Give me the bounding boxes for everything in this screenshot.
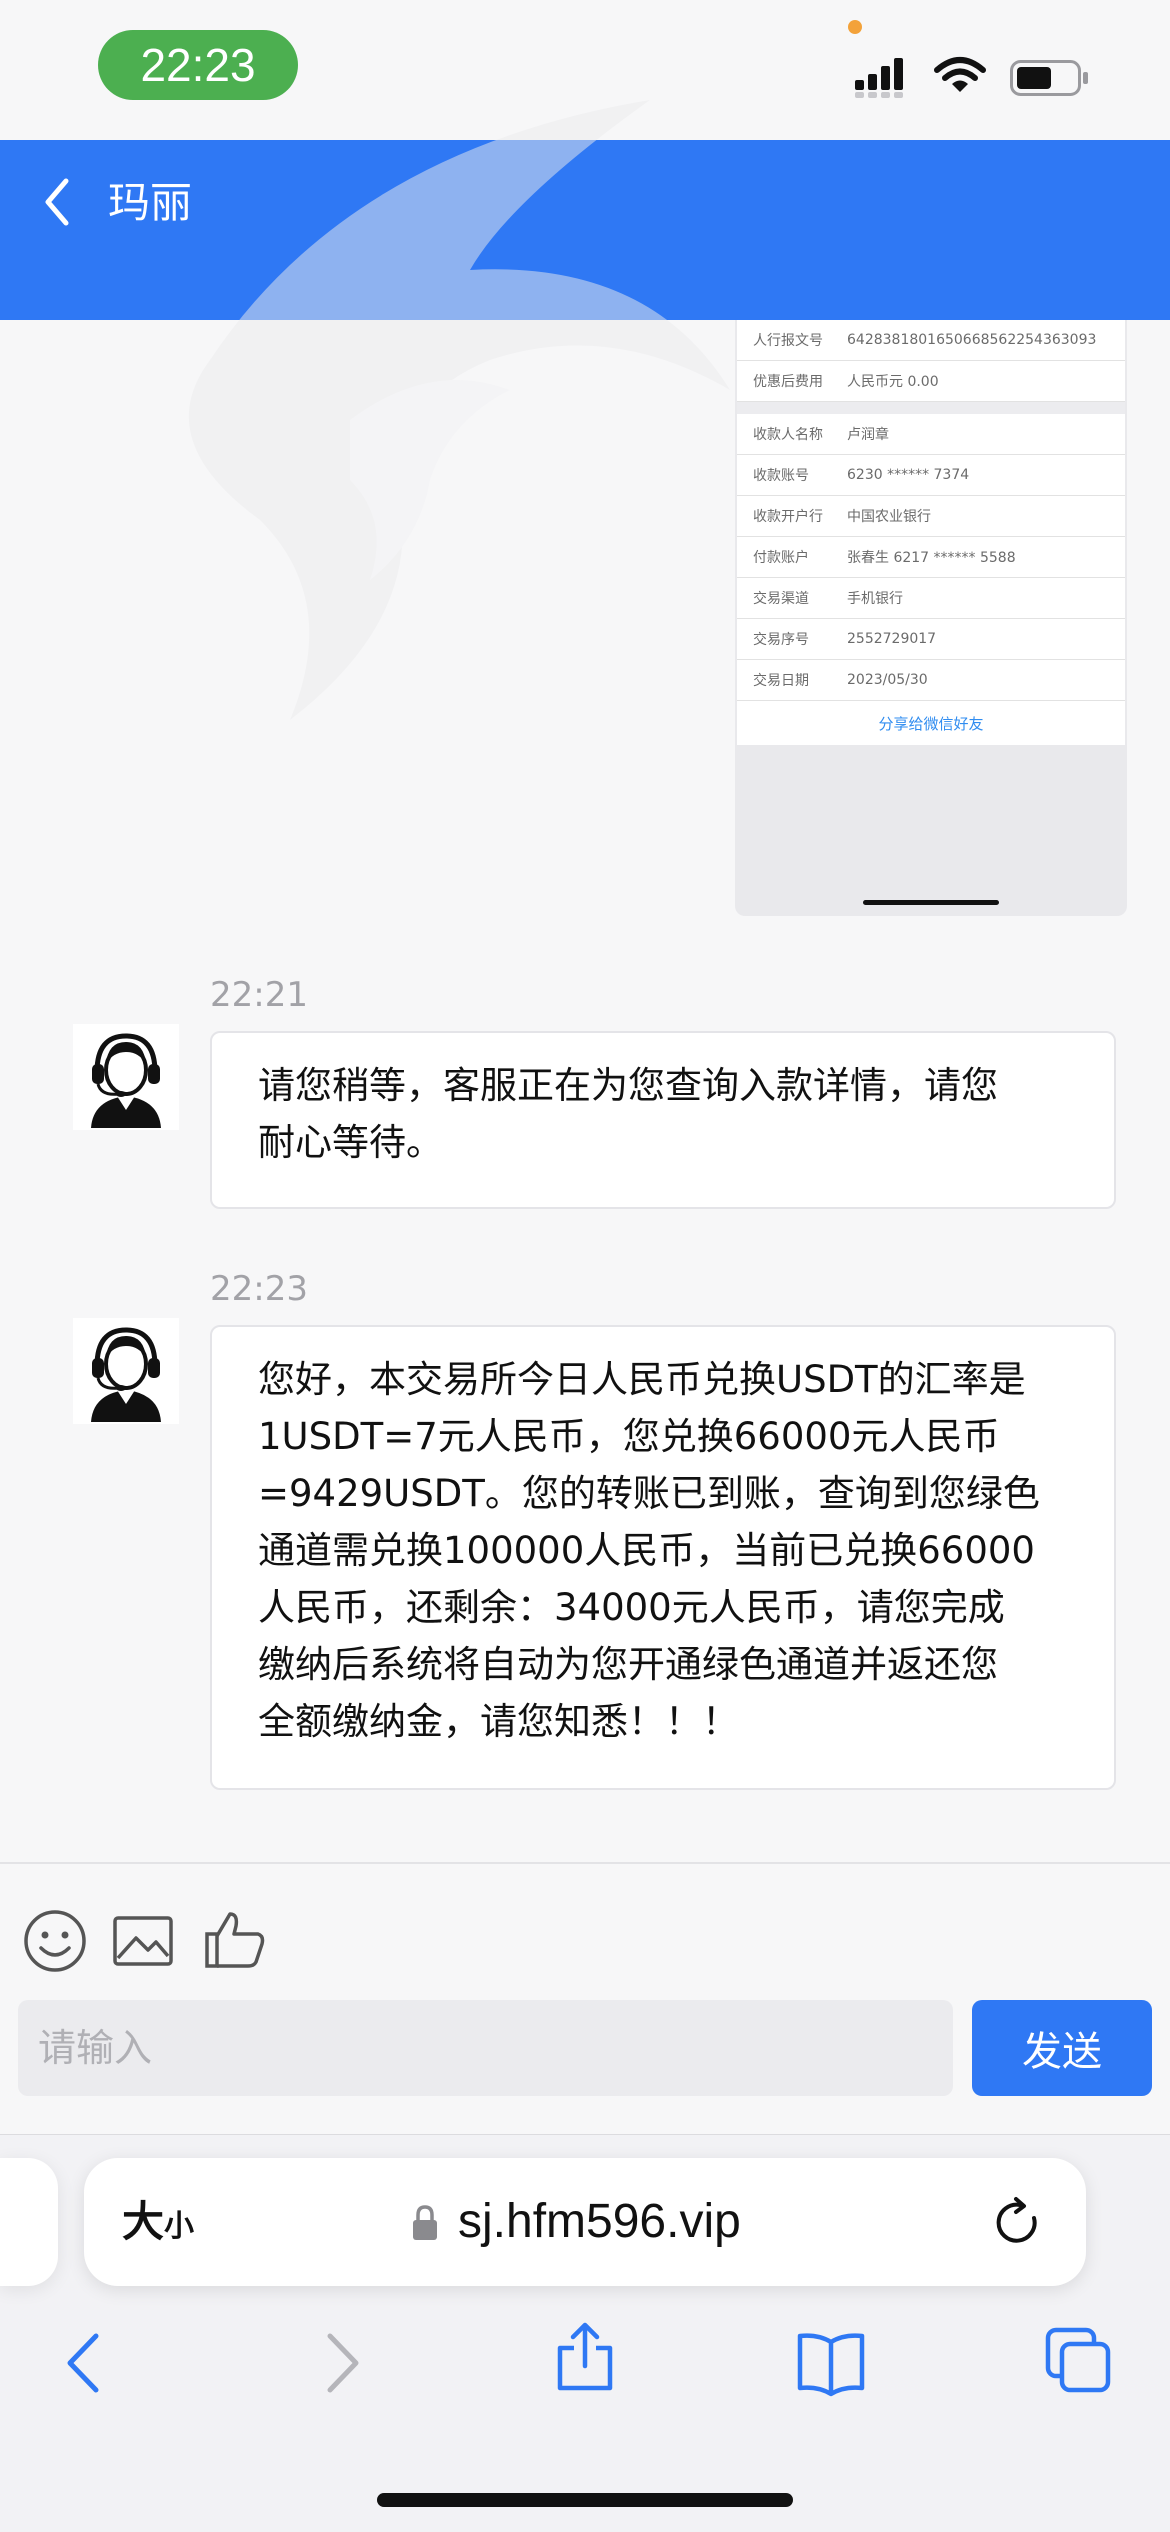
receipt-image[interactable]: 人行报文号 6428381801650668562254363093 优惠后费用人… [735,320,1127,916]
text-size-button[interactable]: 大小 [122,2192,194,2257]
message-line: 您好，本交易所今日人民币兑换USDT的汇率是 [258,1358,1026,1401]
receipt-row: 付款账户 张春生 6217 ****** 5588 [737,537,1125,578]
previous-tab-preview[interactable] [0,2158,58,2286]
reload-icon[interactable] [990,2196,1044,2250]
back-icon[interactable] [38,175,78,229]
battery-icon [1010,60,1088,96]
receipt-row: 收款账号 6230 ****** 7374 [737,455,1125,496]
tabs-icon[interactable] [1044,2326,1114,2396]
receipt-row: 收款开户行 中国农业银行 [737,496,1125,537]
image-icon[interactable] [110,1908,176,1974]
thumbs-up-icon[interactable] [202,1906,268,1972]
receipt-row: 交易渠道 手机银行 [737,578,1125,619]
message-line: 1USDT=7元人民币，您兑换66000元人民币 [258,1415,1000,1458]
forward-arrow-icon[interactable] [304,2328,374,2398]
share-icon[interactable] [550,2322,620,2392]
message-timestamp: 22:23 [210,1269,308,1309]
message-line: 人民币，还剩余：34000元人民币，请您完成 [258,1586,1005,1629]
receipt-row: 交易序号 2552729017 [737,619,1125,660]
receipt-content: 人行报文号 6428381801650668562254363093 优惠后费用人… [737,320,1125,745]
url-text[interactable]: sj.hfm596.vip [458,2190,741,2254]
background-watermark-logo [188,100,731,720]
wifi-icon [934,57,986,92]
message-line: 通道需兑换100000人民币，当前已兑换66000 [258,1529,1035,1572]
receipt-row: 交易日期 2023/05/30 [737,660,1125,701]
cellular-signal-icon [855,58,903,98]
chat-message-bubble: 请您稍等，客服正在为您查询入款详情，请您 耐心等待。 [210,1031,1116,1209]
receipt-row: 人行报文号 6428381801650668562254363093 [737,320,1125,361]
receipt-row: 收款人名称 卢润章 [737,414,1125,455]
home-indicator [377,2493,793,2507]
message-line: 请您稍等，客服正在为您查询入款详情，请您 [258,1064,998,1107]
receipt-divider [737,402,1125,414]
message-line: 全额缴纳金，请您知悉！！！ [258,1700,739,1743]
message-line: 耐心等待。 [258,1121,443,1164]
share-to-wechat-link: 分享给微信好友 [878,714,984,733]
agent-avatar-icon [73,1318,179,1424]
message-input[interactable] [18,2000,953,2096]
receipt-row: 优惠后费用 人民币元 0.00 [737,361,1125,402]
chat-message-bubble: 您好，本交易所今日人民币兑换USDT的汇率是 1USDT=7元人民币，您兑换66… [210,1325,1116,1790]
back-arrow-icon[interactable] [52,2328,122,2398]
bookmarks-icon[interactable] [796,2328,866,2398]
privacy-indicator-dot [848,20,862,34]
lock-icon [413,2205,437,2240]
message-line: 缴纳后系统将自动为您开通绿色通道并返还您 [258,1643,998,1686]
agent-avatar-icon [73,1024,179,1130]
receipt-home-indicator [863,900,999,905]
emoji-icon[interactable] [22,1908,88,1974]
message-timestamp: 22:21 [210,975,308,1015]
message-line: =9429USDT。您的转账已到账，查询到您绿色 [258,1472,1040,1515]
send-button[interactable]: 发送 [972,2000,1152,2096]
